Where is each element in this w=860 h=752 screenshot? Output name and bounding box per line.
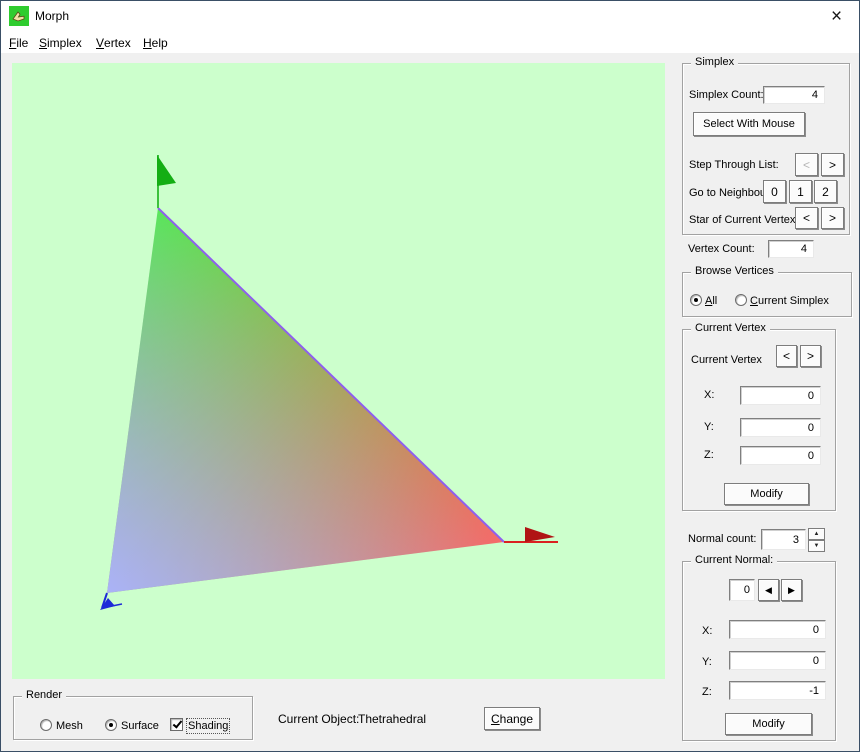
current-object-label: Current Object: (278, 712, 359, 726)
normal-x-field[interactable]: 0 (729, 620, 826, 639)
render-surface-label[interactable]: Surface (121, 720, 159, 732)
vertex-x-field[interactable]: 0 (740, 386, 821, 405)
browse-cs-key: C (750, 295, 758, 307)
vertex-modify-button[interactable]: Modify (724, 483, 809, 505)
normal-count-field[interactable]: 3 (761, 529, 806, 550)
vertex-z-label: Z: (704, 449, 714, 461)
blue-normal-arrowhead (100, 598, 115, 610)
browse-vertices-group: Browse Vertices All Current Simplex (682, 272, 852, 317)
menu-vertex-rest: ertex (104, 36, 131, 50)
shading-label[interactable]: Shading (188, 720, 228, 732)
normal-index-field[interactable]: 0 (729, 579, 755, 601)
shaded-triangle-blue-overlay (107, 208, 504, 593)
current-normal-group-title: Current Normal: (691, 554, 777, 566)
current-object-value: Thetrahedral (358, 712, 426, 726)
neighbour-0-button[interactable]: 0 (763, 180, 786, 203)
menu-help-key: H (143, 36, 152, 50)
star-next-button[interactable]: > (821, 207, 844, 229)
menu-file[interactable]: File (9, 32, 28, 53)
menu-bar: File Simplex Vertex Help (1, 32, 859, 53)
render-mesh-radio[interactable] (40, 719, 52, 731)
red-normal-flag (525, 527, 555, 542)
normal-prev-button[interactable]: ◀ (758, 579, 779, 601)
normal-next-button[interactable]: ▶ (781, 579, 802, 601)
menu-simplex-rest: implex (47, 36, 82, 50)
vertex-x-label: X: (704, 389, 714, 401)
step-through-list-label: Step Through List: (689, 159, 779, 171)
normal-count-spin-up[interactable]: ▲ (808, 528, 825, 540)
step-next-button[interactable]: > (821, 153, 844, 176)
render-mesh-label[interactable]: Mesh (56, 720, 83, 732)
morph-window: Morph × File Simplex Vertex Help (0, 0, 860, 752)
vertex-y-field[interactable]: 0 (740, 418, 821, 437)
menu-help-rest: elp (152, 36, 168, 50)
window-title: Morph (35, 9, 69, 23)
browse-cs-rest: urrent Simplex (758, 295, 829, 307)
vertex-prev-button[interactable]: < (776, 345, 797, 367)
change-button-key: C (491, 712, 500, 726)
current-vertex-group: Current Vertex Current Vertex < > X: 0 Y… (682, 329, 836, 511)
app-icon (9, 6, 29, 26)
browse-all-radio[interactable] (690, 294, 702, 306)
simplex-group-title: Simplex (691, 56, 738, 68)
neighbour-2-button[interactable]: 2 (814, 180, 837, 203)
browse-current-simplex-label[interactable]: Current Simplex (750, 295, 829, 307)
step-prev-button[interactable]: < (795, 153, 818, 176)
menu-vertex-key: V (96, 36, 104, 50)
close-icon[interactable]: × (814, 1, 859, 32)
change-button[interactable]: Change (484, 707, 540, 730)
simplex-count-field[interactable]: 4 (763, 86, 825, 104)
menu-simplex-key: S (39, 36, 47, 50)
vertex-y-label: Y: (704, 421, 714, 433)
current-vertex-nav-label: Current Vertex (691, 354, 762, 366)
normal-count-label: Normal count: (688, 533, 756, 545)
vertex-z-field[interactable]: 0 (740, 446, 821, 465)
normal-z-field[interactable]: -1 (729, 681, 826, 700)
scene (12, 63, 665, 679)
vertex-count-field[interactable]: 4 (768, 240, 814, 258)
browse-all-rest: ll (712, 295, 717, 307)
vertex-next-button[interactable]: > (800, 345, 821, 367)
neighbour-1-button[interactable]: 1 (789, 180, 812, 203)
menu-file-key: F (9, 36, 16, 50)
browse-current-simplex-radio[interactable] (735, 294, 747, 306)
menu-vertex[interactable]: Vertex (96, 32, 131, 53)
menu-file-rest: ile (16, 36, 28, 50)
normal-y-field[interactable]: 0 (729, 651, 826, 670)
current-vertex-group-title: Current Vertex (691, 322, 770, 334)
shading-checkbox[interactable] (170, 718, 183, 731)
menu-help[interactable]: Help (143, 32, 168, 53)
render-surface-radio[interactable] (105, 719, 117, 731)
render-group: Render Mesh Surface Shading (13, 696, 253, 740)
star-prev-button[interactable]: < (795, 207, 818, 229)
normal-x-label: X: (702, 625, 712, 637)
change-button-rest: hange (500, 712, 533, 726)
browse-all-label[interactable]: All (705, 295, 717, 307)
vertex-count-label: Vertex Count: (688, 243, 755, 255)
normal-modify-button[interactable]: Modify (725, 713, 812, 735)
browse-vertices-title: Browse Vertices (691, 265, 778, 277)
normal-z-label: Z: (702, 686, 712, 698)
current-normal-group: Current Normal: 0 ◀ ▶ X: 0 Y: 0 Z: -1 Mo… (682, 561, 836, 741)
go-to-neighbour-label: Go to Neighbour: (689, 187, 773, 199)
render-group-title: Render (22, 689, 66, 701)
menu-simplex[interactable]: Simplex (39, 32, 82, 53)
title-bar: Morph × (1, 1, 859, 32)
simplex-group: Simplex Simplex Count: 4 Select With Mou… (682, 63, 850, 235)
select-with-mouse-button[interactable]: Select With Mouse (693, 112, 805, 136)
green-normal-flag (157, 155, 176, 186)
simplex-count-label: Simplex Count: (689, 89, 764, 101)
normal-y-label: Y: (702, 656, 712, 668)
viewport[interactable] (12, 63, 665, 679)
normal-count-spin-down[interactable]: ▼ (808, 540, 825, 552)
star-of-current-vertex-label: Star of Current Vertex: (689, 214, 798, 226)
